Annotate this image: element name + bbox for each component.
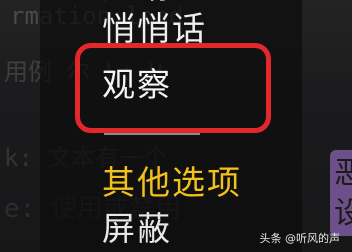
menu-item-invite[interactable]: 邀请 <box>102 0 172 3</box>
player-context-menu: 邀请 悄悄话 观察 其他选项 屏蔽 <box>40 0 302 252</box>
menu-item-other-options[interactable]: 其他选项 <box>102 166 242 199</box>
tooltip-text: 恶设 <box>334 156 352 231</box>
menu-item-whisper[interactable]: 悄悄话 <box>102 12 207 45</box>
menu-separator <box>104 133 200 135</box>
menu-item-block[interactable]: 屏蔽 <box>102 212 172 245</box>
tooltip-panel: 恶设 <box>330 150 352 236</box>
watermark-text: 头条 @听风的声 <box>259 232 341 245</box>
game-screen: rmation load 用例 尔 L: H k: 文本有一个 e: 使用或禁用… <box>0 0 352 252</box>
highlight-annotation-ring <box>75 43 271 133</box>
